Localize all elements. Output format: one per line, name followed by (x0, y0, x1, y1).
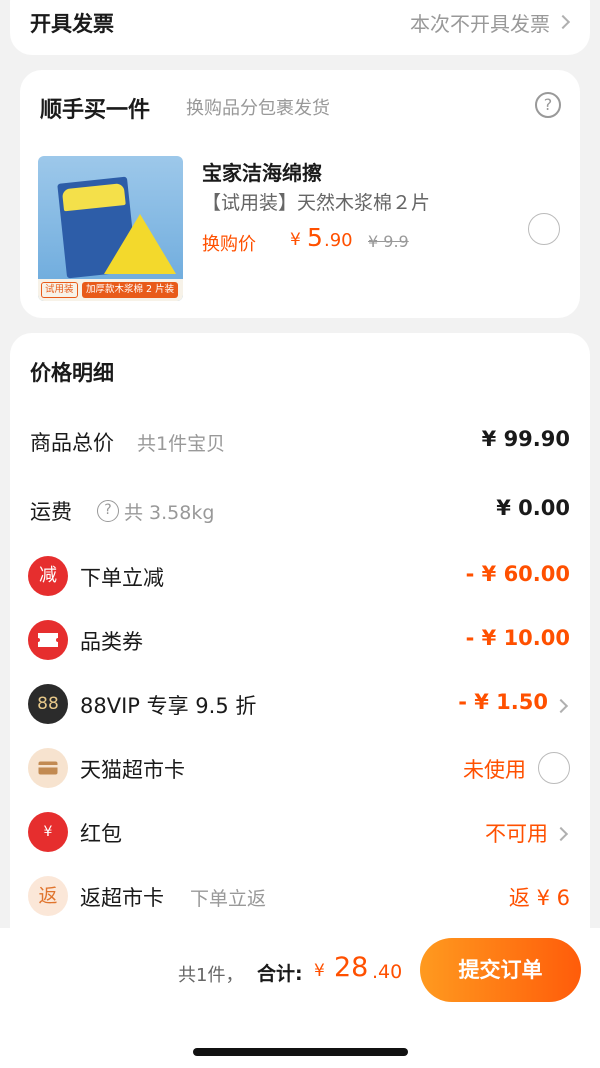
vip-discount-row[interactable]: 88 88VIP 专享 9.5 折 - ¥ 1.50 (10, 684, 590, 724)
category-coupon-row: 品类券 - ¥ 10.00 (10, 620, 590, 660)
coupon-icon (28, 620, 68, 660)
vip-discount-label: 88VIP 专享 9.5 折 (80, 694, 257, 718)
supermarket-card-row[interactable]: 天猫超市卡 未使用 (10, 748, 590, 788)
thumbnail-tag-bar: 试用装 加厚款木浆棉 2 片装 (38, 279, 183, 301)
home-indicator[interactable] (193, 1048, 408, 1056)
invoice-label: 开具发票 (30, 12, 114, 36)
addon-price-currency: ¥ (290, 230, 301, 250)
price-detail-card: 价格明细 商品总价 共1件宝贝 ¥ 99.90 运费 ? 共 3.58kg ¥ … (10, 333, 590, 953)
rebate-sub: 下单立返 (190, 888, 267, 910)
red-packet-label: 红包 (80, 822, 122, 846)
shipping-weight: 共 3.58kg (124, 502, 215, 524)
price-detail-title: 价格明细 (30, 361, 114, 385)
goods-total-label: 商品总价 (30, 431, 114, 455)
shipping-amount: ¥ 0.00 (496, 496, 570, 520)
invoice-row[interactable]: 开具发票 本次不开具发票 (10, 0, 590, 55)
trial-tag: 试用装 (41, 282, 78, 298)
item-count: 共1件， (178, 965, 244, 986)
shipping-row: 运费 ? 共 3.58kg ¥ 0.00 (10, 490, 590, 530)
chevron-right-icon (555, 14, 571, 30)
sponge-image (104, 214, 176, 274)
goods-total-sub: 共1件宝贝 (137, 433, 226, 455)
help-icon[interactable]: ? (535, 92, 561, 118)
addon-price-integer: 5 (307, 223, 323, 252)
chevron-right-icon (553, 826, 569, 842)
addon-subtitle: 换购品分包裹发货 (186, 98, 330, 119)
product-thumbnail[interactable]: 试用装 加厚款木浆棉 2 片装 (38, 156, 183, 301)
red-packet-icon: ¥ (28, 812, 68, 852)
addon-price-decimal: .90 (324, 230, 353, 251)
pack-tag: 加厚款木浆棉 2 片装 (82, 282, 179, 298)
addon-card: 顺手买一件 换购品分包裹发货 ? 试用装 加厚款木浆棉 2 片装 宝家洁海绵擦 … (20, 70, 580, 318)
rebate-label: 返超市卡 (80, 886, 164, 910)
category-coupon-amount: - ¥ 10.00 (465, 626, 570, 650)
invoice-value: 本次不开具发票 (410, 12, 550, 36)
addon-title: 顺手买一件 (40, 98, 151, 123)
product-description: 【试用装】天然木浆棉２片 (202, 192, 431, 214)
rebate-icon: 返 (28, 876, 68, 916)
instant-discount-row: 减 下单立减 - ¥ 60.00 (10, 556, 590, 596)
submit-order-button[interactable]: 提交订单 (420, 938, 581, 1002)
discount-icon: 减 (28, 556, 68, 596)
addon-select-radio[interactable] (528, 213, 560, 245)
supermarket-card-label: 天猫超市卡 (80, 758, 185, 782)
total-currency: ¥ (314, 961, 325, 981)
shipping-label: 运费 (30, 500, 72, 524)
instant-discount-label: 下单立减 (80, 566, 164, 590)
rebate-amount: 返 ¥ 6 (508, 886, 570, 910)
rebate-row: 返 返超市卡 下单立返 返 ¥ 6 (10, 876, 590, 916)
chevron-right-icon (553, 698, 569, 714)
checkout-bar: 共1件， 合计: ¥ 28 .40 提交订单 (0, 928, 600, 1068)
goods-total-amount: ¥ 99.90 (481, 427, 570, 451)
total-decimal: .40 (372, 961, 403, 983)
total-label: 合计: (257, 963, 303, 985)
instant-discount-amount: - ¥ 60.00 (465, 562, 570, 586)
product-name[interactable]: 宝家洁海绵擦 (202, 157, 322, 186)
supermarket-card-radio[interactable] (538, 752, 570, 784)
total-integer: 28 (334, 952, 369, 983)
addon-original-price: ¥ 9.9 (368, 232, 409, 251)
supermarket-card-status: 未使用 (463, 758, 526, 782)
addon-price-label: 换购价 (202, 234, 256, 255)
card-icon (28, 748, 68, 788)
goods-total-row: 商品总价 共1件宝贝 ¥ 99.90 (10, 421, 590, 461)
help-icon[interactable]: ? (97, 500, 119, 522)
vip-discount-amount: - ¥ 1.50 (458, 690, 548, 714)
red-packet-row[interactable]: ¥ 红包 不可用 (10, 812, 590, 852)
category-coupon-label: 品类券 (80, 630, 143, 654)
vip-88-icon: 88 (28, 684, 68, 724)
red-packet-status: 不可用 (485, 822, 548, 846)
